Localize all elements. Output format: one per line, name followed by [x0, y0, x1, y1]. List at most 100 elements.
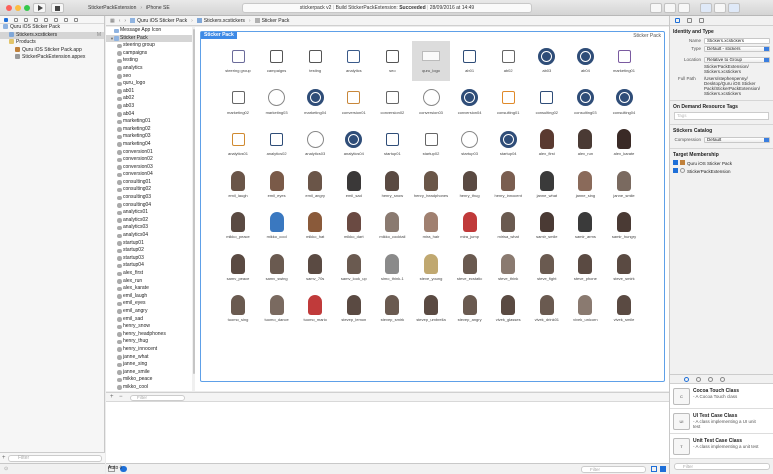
- back-button[interactable]: ‹: [119, 16, 121, 26]
- asset-item[interactable]: analytics01: [106, 209, 193, 217]
- asset-item[interactable]: conversion04: [106, 171, 193, 179]
- navigator-filter-input[interactable]: Filter: [8, 455, 102, 462]
- sticker-cell[interactable]: steering group: [219, 41, 257, 81]
- sticker-cell[interactable]: henry_innocent: [489, 166, 527, 206]
- sticker-cell[interactable]: janne_smile: [605, 166, 643, 206]
- sticker-cell[interactable]: campaigns: [258, 41, 296, 81]
- sticker-cell[interactable]: emil_eyes: [258, 166, 296, 206]
- navigator-item[interactable]: Quru iOS Sticker Pack.app: [0, 47, 104, 55]
- sticker-cell[interactable]: vivek_unicorn: [566, 290, 604, 330]
- asset-item[interactable]: mikko_cool: [106, 384, 193, 391]
- asset-item[interactable]: conversion03: [106, 164, 193, 172]
- breakpoint-icon[interactable]: [64, 17, 68, 22]
- asset-item[interactable]: ab04: [106, 111, 193, 119]
- asset-item[interactable]: emil_sad: [106, 316, 193, 324]
- asset-item[interactable]: alex_first: [106, 270, 193, 278]
- file-inspector-icon[interactable]: [675, 18, 680, 23]
- asset-item[interactable]: marketing04: [106, 141, 193, 149]
- asset-item[interactable]: startup02: [106, 247, 193, 255]
- asset-item[interactable]: janne_smile: [106, 369, 193, 377]
- add-icon[interactable]: +: [110, 394, 114, 400]
- breadcrumb-project[interactable]: Quru iOS Sticker Pack: [130, 16, 187, 26]
- sticker-cell[interactable]: mira_hair: [412, 207, 450, 247]
- sticker-cell[interactable]: ab01: [451, 41, 489, 81]
- sticker-cell[interactable]: samv_look_up: [335, 249, 373, 289]
- toggle-inspector-button[interactable]: [728, 3, 740, 13]
- filter-icon[interactable]: ⊙: [4, 466, 8, 472]
- quick-help-icon[interactable]: [687, 18, 692, 23]
- asset-item[interactable]: consulting04: [106, 202, 193, 210]
- sticker-cell[interactable]: vivek_drink01: [528, 290, 566, 330]
- sticker-cell[interactable]: marketing04: [296, 83, 334, 123]
- sticker-cell[interactable]: analytics01: [219, 124, 257, 164]
- asset-item[interactable]: Message App Icon: [106, 27, 193, 35]
- debug-icon[interactable]: [54, 17, 58, 22]
- scheme-target[interactable]: StickerPackExtension: [88, 4, 136, 13]
- asset-item[interactable]: testing: [106, 57, 193, 65]
- template-item[interactable]: T Unit Test Case Class - A class implement…: [670, 434, 773, 459]
- remove-icon[interactable]: −: [119, 394, 123, 400]
- navigator-item[interactable]: StickerPackExtension.appex: [0, 54, 104, 62]
- sticker-cell[interactable]: steve_young: [412, 249, 450, 289]
- asset-item[interactable]: consulting01: [106, 179, 193, 187]
- target-row[interactable]: StickerPackExtension: [673, 168, 773, 176]
- asset-item[interactable]: mikko_peace: [106, 376, 193, 384]
- sticker-cell[interactable]: marketing02: [219, 83, 257, 123]
- symbol-icon[interactable]: [14, 17, 18, 22]
- media-library-icon[interactable]: [720, 377, 725, 382]
- report-icon[interactable]: [74, 17, 78, 22]
- breadcrumb-file[interactable]: Stickers.xcstickers: [196, 16, 245, 26]
- sticker-cell[interactable]: consulting03: [566, 83, 604, 123]
- sticker-cell[interactable]: analytics03: [296, 124, 334, 164]
- sticker-cell[interactable]: janne_sing: [566, 166, 604, 206]
- sticker-cell[interactable]: samv_70s: [296, 249, 334, 289]
- sticker-cell[interactable]: startup01: [373, 124, 411, 164]
- outline-filter-input[interactable]: Filter: [130, 394, 185, 401]
- sticker-cell[interactable]: analytics04: [335, 124, 373, 164]
- asset-item[interactable]: campaigns: [106, 50, 193, 58]
- sticker-cell[interactable]: samv_swing: [258, 249, 296, 289]
- sticker-cell[interactable]: tuomo_mario: [296, 290, 334, 330]
- split-view-icon[interactable]: [651, 466, 657, 472]
- checkbox-checked-icon[interactable]: [673, 168, 678, 173]
- sticker-cell[interactable]: conversion03: [412, 83, 450, 123]
- asset-item[interactable]: emil_laugh: [106, 293, 193, 301]
- sticker-cell[interactable]: startup04: [489, 124, 527, 164]
- sticker-cell[interactable]: stevep_angry: [451, 290, 489, 330]
- asset-item[interactable]: ab03: [106, 103, 193, 111]
- sticker-cell[interactable]: alex_karate: [605, 124, 643, 164]
- asset-item[interactable]: henry_snow: [106, 323, 193, 331]
- sticker-cell[interactable]: mikko_hat: [296, 207, 334, 247]
- navigator-item[interactable]: Quru iOS Sticker Pack: [0, 24, 104, 32]
- library-filter-input[interactable]: Filter: [674, 463, 770, 470]
- template-item[interactable]: UI UI Test Case Class - A class implementi…: [670, 409, 773, 434]
- sticker-cell[interactable]: mikko_cool: [258, 207, 296, 247]
- sticker-cell[interactable]: samir_arms: [566, 207, 604, 247]
- navigator-item[interactable]: Stickers.xcstickers M: [0, 31, 104, 39]
- code-snippet-icon[interactable]: [696, 377, 701, 382]
- location-select[interactable]: Relative to Group: [704, 57, 770, 63]
- sticker-cell[interactable]: analytics: [335, 41, 373, 81]
- sticker-cell[interactable]: ab03: [528, 41, 566, 81]
- sticker-cell[interactable]: henry_headphones: [412, 166, 450, 206]
- target-row[interactable]: Quru iOS Sticker Pack: [673, 160, 773, 168]
- attributes-icon[interactable]: [699, 18, 704, 23]
- asset-item[interactable]: janne_sing: [106, 361, 193, 369]
- add-icon[interactable]: +: [2, 455, 6, 461]
- asset-item[interactable]: analytics03: [106, 224, 193, 232]
- standard-editor-button[interactable]: [650, 3, 662, 13]
- sticker-cell[interactable]: stevep_lemon: [335, 290, 373, 330]
- object-library-icon[interactable]: [708, 377, 713, 382]
- asset-item[interactable]: seo: [106, 73, 193, 81]
- sticker-cell[interactable]: stevep_umbrella: [412, 290, 450, 330]
- assistant-editor-button[interactable]: [664, 3, 676, 13]
- console-view-icon[interactable]: [660, 466, 666, 472]
- asset-item[interactable]: ab02: [106, 95, 193, 103]
- sticker-cell[interactable]: mikko_cocktail: [373, 207, 411, 247]
- sticker-cell[interactable]: quru_logo: [412, 41, 450, 81]
- asset-item[interactable]: marketing01: [106, 118, 193, 126]
- toggle-navigator-button[interactable]: [700, 3, 712, 13]
- sticker-cell[interactable]: mikko_dart: [335, 207, 373, 247]
- checkbox-checked-icon[interactable]: [673, 160, 678, 165]
- sticker-cell[interactable]: mikko_peace: [219, 207, 257, 247]
